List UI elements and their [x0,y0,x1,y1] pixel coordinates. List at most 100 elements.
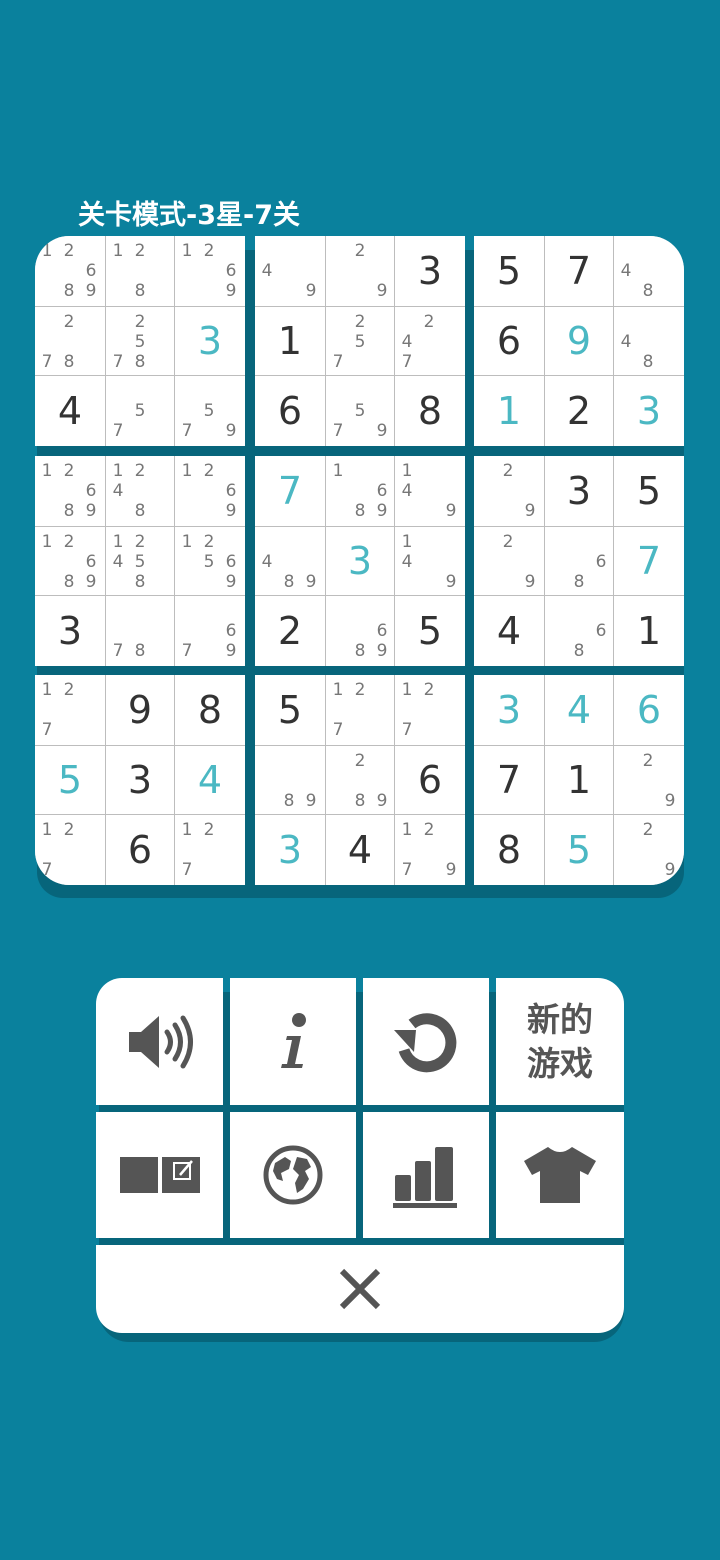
sudoku-cell[interactable]: 247 [395,307,465,375]
sudoku-cell[interactable]: 3 [35,596,105,666]
sudoku-cell[interactable]: 4 [175,746,245,814]
sudoku-cell[interactable]: 1269 [175,456,245,526]
sudoku-cell[interactable]: 7 [474,746,544,814]
statistics-button[interactable] [363,1112,489,1238]
sudoku-cell[interactable]: 48 [614,236,684,306]
sudoku-cell[interactable]: 3 [326,527,394,595]
sudoku-cell[interactable]: 1 [545,746,613,814]
sudoku-cell[interactable]: 57 9 [326,376,394,446]
sudoku-cell[interactable]: 3 [545,456,613,526]
sudoku-cell[interactable]: 2 [545,376,613,446]
sudoku-cell[interactable]: 8 [395,376,465,446]
sudoku-cell[interactable]: 12 8 [106,236,174,306]
sudoku-cell[interactable]: 4 [474,596,544,666]
sudoku-cell[interactable]: 257 [326,307,394,375]
sudoku-cell[interactable]: 9 [106,675,174,745]
restart-button[interactable] [363,978,489,1105]
theme-button[interactable] [496,1112,624,1238]
sudoku-cell[interactable]: 12569 [175,527,245,595]
sound-button[interactable] [96,978,223,1105]
info-button[interactable] [230,978,356,1105]
sudoku-cell[interactable]: 3 [255,815,325,885]
sudoku-cell[interactable]: 5 [614,456,684,526]
sudoku-cell[interactable]: 57 9 [175,376,245,446]
sudoku-cell[interactable]: 1 [255,307,325,375]
cell-note-digit: 8 [134,501,146,521]
sudoku-cell[interactable]: 5 [35,746,105,814]
sudoku-cell[interactable]: 68 [545,527,613,595]
sudoku-cell[interactable]: 7 [255,456,325,526]
sudoku-cell[interactable]: 6 7 9 [175,596,245,666]
sudoku-cell[interactable]: 5 [545,815,613,885]
sudoku-cell[interactable]: 127 [175,815,245,885]
sudoku-cell[interactable]: 4 [545,675,613,745]
sudoku-cell[interactable]: 7 [545,236,613,306]
sudoku-cell[interactable]: 9 [545,307,613,375]
sudoku-cell[interactable]: 4 [35,376,105,446]
sudoku-cell[interactable]: 1269 [175,236,245,306]
sudoku-cell[interactable]: 6 [395,746,465,814]
sudoku-cell[interactable]: 6 [474,307,544,375]
sudoku-cell[interactable]: 3 [395,236,465,306]
sudoku-cell[interactable]: 127 [35,815,105,885]
sudoku-cell[interactable]: 89 [255,746,325,814]
sudoku-cell[interactable]: 4 [326,815,394,885]
sudoku-cell[interactable]: 2 [255,596,325,666]
language-button[interactable] [230,1112,356,1238]
sudoku-cell[interactable]: 29 [474,456,544,526]
sudoku-cell[interactable]: 48 [614,307,684,375]
sudoku-cell[interactable]: 78 [106,596,174,666]
sudoku-cell[interactable]: 1248 [106,456,174,526]
sudoku-cell[interactable]: 1 [614,596,684,666]
sudoku-cell[interactable]: 14 9 [395,527,465,595]
sudoku-cell[interactable]: 127 [395,675,465,745]
sudoku-box: 5127127892896341279 [255,675,465,885]
new-game-button[interactable]: 新的 游戏 [496,978,624,1105]
sudoku-cell[interactable]: 6 [106,815,174,885]
sudoku-cell[interactable]: 49 [255,236,325,306]
sudoku-cell[interactable]: 12689 [35,527,105,595]
sudoku-cell[interactable]: 57 [106,376,174,446]
cell-note-digit: 1 [41,820,53,840]
sudoku-cell[interactable]: 3 [474,675,544,745]
sudoku-cell[interactable]: 3 [106,746,174,814]
sudoku-cell[interactable]: 12689 [35,456,105,526]
sudoku-cell[interactable]: 12458 [106,527,174,595]
sudoku-cell[interactable]: 6 [255,376,325,446]
sudoku-cell[interactable]: 6 [614,675,684,745]
sudoku-cell[interactable]: 7 [614,527,684,595]
sudoku-cell[interactable]: 5 [474,236,544,306]
close-button[interactable] [96,1245,624,1333]
sudoku-cell[interactable]: 3 [175,307,245,375]
sudoku-cell[interactable]: 5 [395,596,465,666]
sudoku-cell[interactable]: 3 [614,376,684,446]
sudoku-cell[interactable]: 1689 [326,456,394,526]
cell-entered-digit: 7 [636,539,662,583]
restart-icon [394,1012,457,1072]
sudoku-cell[interactable]: 5 [255,675,325,745]
sudoku-cell[interactable]: 278 [35,307,105,375]
sudoku-cell[interactable]: 29 [614,746,684,814]
sudoku-cell[interactable]: 127 9 [395,815,465,885]
sudoku-cell[interactable]: 127 [35,675,105,745]
sudoku-cell[interactable]: 29 [474,527,544,595]
sudoku-cell[interactable]: 8 [474,815,544,885]
sudoku-cell[interactable]: 127 [326,675,394,745]
sudoku-cell[interactable]: 689 [326,596,394,666]
sudoku-cell[interactable]: 14 9 [395,456,465,526]
sudoku-cell[interactable]: 68 [545,596,613,666]
sudoku-cell[interactable]: 12689 [35,236,105,306]
sudoku-cell[interactable]: 2 89 [326,746,394,814]
sudoku-cell[interactable]: 489 [255,527,325,595]
cell-note-digit: 2 [134,312,146,332]
notes-toggle-button[interactable] [96,1112,223,1238]
cell-note-digit: 9 [445,501,457,521]
sudoku-cell[interactable]: 29 [614,815,684,885]
sudoku-cell[interactable]: 1 [474,376,544,446]
globe-icon [263,1145,323,1205]
cell-given-digit: 1 [566,758,592,802]
sudoku-cell[interactable]: 29 [326,236,394,306]
sudoku-box: 5748 6948 123 [474,236,684,446]
sudoku-cell[interactable]: 2578 [106,307,174,375]
sudoku-cell[interactable]: 8 [175,675,245,745]
